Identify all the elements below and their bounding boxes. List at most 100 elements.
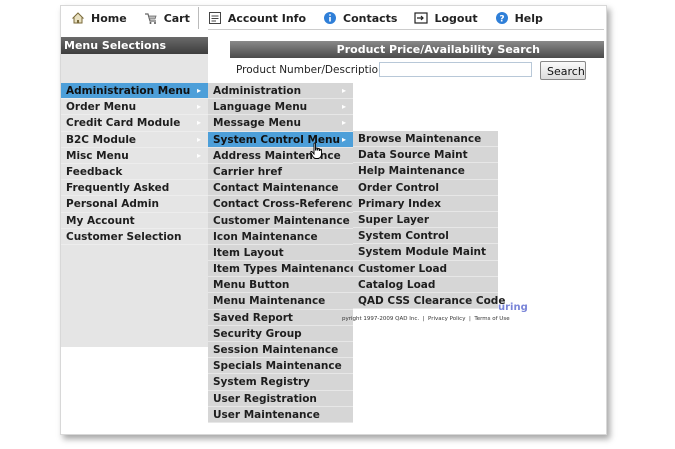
admin-menu-item-label: Contact Cross-Reference: [213, 198, 360, 211]
sidebar-item[interactable]: Customer Selection: [61, 228, 208, 245]
admin-menu-item[interactable]: Item Layout: [208, 244, 353, 262]
sidebar-item[interactable]: Administration Menu ▸: [61, 83, 208, 100]
admin-menu-item-label: Administration: [213, 85, 302, 97]
nav-help[interactable]: ? Help: [486, 6, 551, 30]
submenu-arrow-icon: ▸: [196, 134, 201, 144]
nav-help-label: Help: [514, 11, 543, 25]
admin-menu-item-label: Item Layout: [213, 246, 284, 259]
home-icon: [70, 10, 86, 26]
sidebar-title: Menu Selections: [61, 37, 208, 54]
admin-menu-item-label: Language Menu: [213, 101, 308, 114]
system-control-menu-item[interactable]: Customer Load: [353, 260, 498, 277]
admin-menu-item[interactable]: Contact Maintenance: [208, 180, 353, 197]
system-control-menu-item-label: QAD CSS Clearance Code: [358, 294, 506, 307]
sidebar-item-label: My Account: [66, 214, 135, 227]
nav-underline: [208, 29, 604, 30]
admin-menu-item-label: Icon Maintenance: [213, 230, 318, 243]
admin-menu-item[interactable]: Contact Cross-Reference: [208, 196, 359, 213]
search-button[interactable]: Search: [540, 61, 586, 80]
admin-menu-item[interactable]: Item Types Maintenance: [208, 261, 357, 278]
submenu-arrow-icon: ▸: [196, 86, 201, 95]
admin-menu-item[interactable]: Saved Report: [208, 309, 353, 326]
admin-menu-item-label: Saved Report: [213, 311, 293, 324]
system-control-menu-item-label: Super Layer: [358, 213, 430, 226]
sidebar-item-label: Personal Admin: [66, 198, 159, 211]
admin-menu-item[interactable]: Administration ▸: [208, 83, 353, 100]
submenu-arrow-icon: ▸: [341, 118, 346, 128]
admin-menu-item[interactable]: Menu Maintenance: [208, 293, 353, 310]
sidebar-item[interactable]: My Account: [61, 212, 208, 229]
system-control-menu-item[interactable]: Catalog Load: [353, 276, 498, 293]
terms-link[interactable]: Terms of Use: [474, 316, 509, 322]
nav-cart[interactable]: Cart: [135, 6, 198, 30]
nav-account-info[interactable]: Account Info: [199, 6, 314, 30]
copyright-text: pyright 1997-2009 QAD Inc.: [342, 316, 420, 322]
system-control-menu-item[interactable]: Browse Maintenance: [353, 131, 498, 148]
search-label: Product Number/Description:: [236, 64, 389, 76]
system-control-menu-item-label: Data Source Maint: [358, 149, 468, 162]
footer-brand: uring: [498, 302, 528, 313]
admin-menu-item-label: User Maintenance: [213, 408, 320, 421]
svg-text:?: ?: [499, 15, 504, 25]
system-control-menu-item[interactable]: Primary Index: [353, 195, 498, 212]
system-control-menu-item[interactable]: Super Layer: [353, 211, 498, 229]
system-control-menu-item[interactable]: Order Control: [353, 179, 498, 196]
system-control-menu-item[interactable]: System Control: [353, 228, 498, 245]
search-input[interactable]: [379, 62, 532, 77]
admin-menu-item[interactable]: User Registration: [208, 390, 353, 407]
sidebar-item[interactable]: B2C Module ▸: [61, 131, 208, 148]
admin-menu-item[interactable]: Security Group: [208, 325, 353, 342]
nav-contacts[interactable]: Contacts: [314, 6, 405, 30]
admin-menu-item[interactable]: Menu Button: [208, 277, 353, 294]
admin-menu-item-label: Customer Maintenance: [213, 214, 350, 227]
admin-menu-item-label: System Registry: [213, 376, 311, 389]
sidebar-item-label: Credit Card Module: [66, 117, 181, 130]
admin-menu-item-label: Contact Maintenance: [213, 182, 339, 195]
logout-icon: [413, 10, 429, 26]
sidebar-item-label: Misc Menu: [66, 149, 129, 162]
admin-menu-item[interactable]: Customer Maintenance: [208, 212, 353, 229]
main-menu: Administration Menu ▸ Order Menu ▸ Credit Ca…: [61, 83, 208, 245]
system-control-menu-item[interactable]: System Module Maint: [353, 244, 498, 261]
admin-menu-item[interactable]: Carrier href: [208, 163, 353, 181]
admin-menu-item[interactable]: System Control Menu ▸: [208, 131, 353, 148]
admin-menu-item-label: Message Menu: [213, 117, 301, 130]
system-control-submenu: Browse Maintenance Data Source Maint Help …: [353, 131, 505, 310]
admin-menu-item[interactable]: Session Maintenance: [208, 342, 353, 359]
admin-menu-item[interactable]: System Registry: [208, 374, 353, 391]
sidebar-item[interactable]: Misc Menu ▸: [61, 147, 208, 164]
nav-contacts-label: Contacts: [343, 11, 398, 25]
sidebar-item[interactable]: Personal Admin: [61, 196, 208, 213]
system-control-menu-item-label: Help Maintenance: [358, 165, 465, 178]
sidebar-item-label: B2C Module: [66, 133, 137, 146]
nav-home-label: Home: [91, 11, 127, 25]
sidebar-item[interactable]: Order Menu ▸: [61, 99, 208, 116]
sidebar-item[interactable]: Frequently Asked: [61, 180, 208, 197]
footer: pyright 1997-2009 QAD Inc. | Privacy Pol…: [342, 316, 510, 322]
admin-menu-item[interactable]: Message Menu ▸: [208, 115, 353, 132]
sidebar-item-label: Administration Menu: [66, 85, 191, 97]
system-control-menu-item-label: Browse Maintenance: [358, 133, 482, 145]
submenu-arrow-icon: ▸: [196, 150, 201, 160]
sidebar-item-label: Feedback: [66, 165, 123, 178]
privacy-link[interactable]: Privacy Policy: [428, 316, 465, 322]
system-control-menu-item[interactable]: Help Maintenance: [353, 163, 498, 180]
administration-submenu: Administration ▸ Language Menu ▸ Message Men…: [208, 83, 359, 423]
admin-menu-item[interactable]: Address Maintenance: [208, 147, 353, 164]
help-icon: ?: [494, 10, 510, 26]
admin-menu-item[interactable]: Icon Maintenance: [208, 228, 353, 245]
system-control-menu-item-label: Primary Index: [358, 197, 441, 210]
admin-menu-item[interactable]: Language Menu ▸: [208, 99, 353, 116]
account-icon: [207, 10, 223, 26]
system-control-menu-item[interactable]: QAD CSS Clearance Code: [353, 292, 505, 310]
admin-menu-item[interactable]: Specials Maintenance: [208, 358, 353, 375]
sidebar-item[interactable]: Credit Card Module ▸: [61, 115, 208, 132]
nav-home[interactable]: Home: [62, 6, 135, 30]
sidebar-item[interactable]: Feedback: [61, 163, 208, 181]
nav-logout[interactable]: Logout: [405, 6, 485, 30]
admin-menu-item-label: User Registration: [213, 392, 317, 405]
info-icon: [322, 10, 338, 26]
submenu-arrow-icon: ▸: [196, 118, 201, 128]
system-control-menu-item[interactable]: Data Source Maint: [353, 147, 498, 164]
admin-menu-item[interactable]: User Maintenance: [208, 406, 353, 423]
